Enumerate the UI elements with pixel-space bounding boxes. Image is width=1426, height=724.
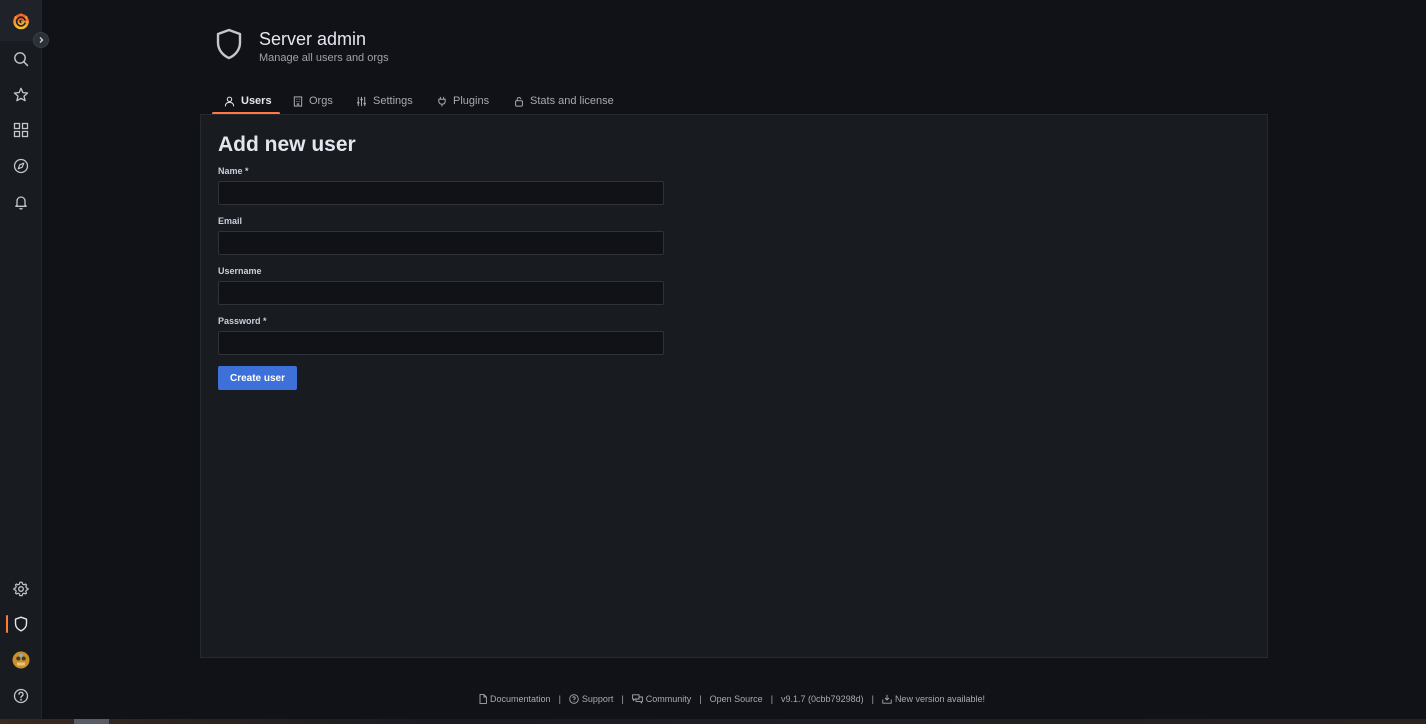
chevron-right-icon (39, 37, 44, 43)
footer-community-link[interactable]: Community (631, 694, 692, 704)
sidebar-item-starred[interactable] (0, 83, 41, 107)
tab-stats-label: Stats and license (530, 95, 614, 107)
star-icon (13, 87, 28, 102)
footer-separator: | (699, 694, 702, 704)
tab-settings[interactable]: Settings (356, 88, 413, 114)
email-label: Email (218, 216, 243, 226)
footer-separator: | (871, 694, 874, 704)
footer-new-version-label: New version available! (894, 694, 985, 704)
document-icon (479, 694, 487, 704)
tab-users[interactable]: Users (224, 88, 272, 114)
email-field[interactable] (218, 231, 664, 255)
footer-documentation-label: Documentation (490, 694, 551, 704)
username-field[interactable] (218, 281, 664, 305)
comments-icon (631, 694, 643, 704)
tab-orgs[interactable]: Orgs (293, 88, 333, 114)
sidebar-item-search[interactable] (0, 47, 41, 71)
avatar (12, 651, 29, 669)
password-field[interactable] (218, 331, 664, 355)
compass-icon (13, 158, 28, 174)
sidebar (0, 0, 49, 724)
footer-support-link[interactable]: Support (569, 694, 614, 704)
search-icon (13, 52, 28, 67)
sidebar-item-dashboards[interactable] (0, 118, 41, 142)
sidebar-item-alerting[interactable] (0, 190, 41, 214)
building-icon (293, 95, 303, 107)
footer-separator: | (558, 694, 561, 704)
tab-stats-and-license[interactable]: Stats and license (514, 88, 614, 114)
name-field[interactable] (218, 181, 664, 205)
taskbar-strip (0, 719, 1426, 724)
name-label: Name * (218, 166, 249, 176)
sidebar-item-server-admin[interactable] (0, 612, 41, 636)
sidebar-expand-button[interactable] (33, 32, 49, 48)
footer: Documentation | Support | Community | Op… (0, 694, 1426, 706)
tab-plugins[interactable]: Plugins (437, 88, 489, 114)
bell-icon (14, 196, 27, 210)
sidebar-item-configuration[interactable] (0, 577, 41, 601)
footer-version-label: v9.1.7 (0cbb79298d) (781, 694, 864, 704)
scrollbar-thumb[interactable] (74, 719, 109, 724)
sidebar-item-profile[interactable] (0, 648, 41, 672)
footer-open-source-link[interactable]: Open Source (710, 694, 763, 704)
page-subtitle: Manage all users and orgs (259, 52, 389, 64)
user-icon (224, 96, 235, 106)
apps-icon (13, 122, 28, 138)
shield-icon (216, 28, 242, 60)
page-title: Server admin (259, 29, 367, 49)
create-user-button[interactable]: Create user (218, 366, 297, 390)
footer-open-source-label: Open Source (709, 694, 763, 704)
footer-version-link[interactable]: v9.1.7 (0cbb79298d) (781, 694, 864, 704)
footer-new-version-link[interactable]: New version available! (882, 694, 985, 704)
lock-icon (515, 96, 523, 107)
footer-community-label: Community (645, 694, 692, 704)
plug-icon (438, 96, 446, 107)
tab-orgs-label: Orgs (309, 95, 333, 107)
sidebar-item-explore[interactable] (0, 154, 41, 178)
username-label: Username (218, 266, 262, 276)
password-label: Password * (218, 316, 267, 326)
footer-separator: | (621, 694, 624, 704)
tab-plugins-label: Plugins (453, 95, 490, 107)
gear-icon (12, 581, 29, 597)
footer-support-label: Support (581, 694, 614, 704)
footer-separator: | (770, 694, 774, 704)
footer-documentation-link[interactable]: Documentation (479, 694, 551, 704)
sliders-icon (357, 96, 366, 106)
question-circle-icon (569, 694, 579, 704)
shield-icon (14, 616, 27, 632)
tab-settings-label: Settings (373, 95, 413, 107)
download-icon (882, 694, 892, 704)
tab-users-label: Users (241, 95, 272, 107)
add-user-panel: Add new user Name * Email Username Passw… (200, 114, 1268, 658)
form-title: Add new user (218, 133, 356, 156)
